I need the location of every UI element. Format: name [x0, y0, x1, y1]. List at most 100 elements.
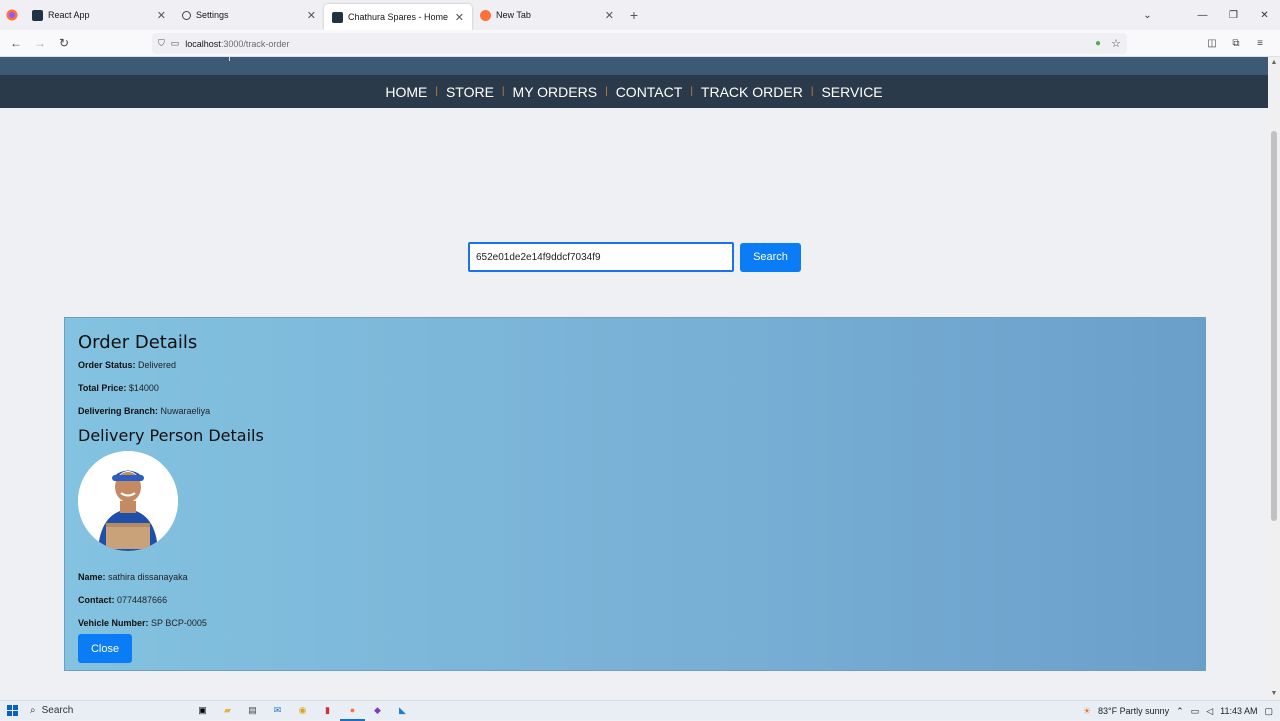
close-button[interactable]: Close: [78, 634, 132, 663]
nav-store-link[interactable]: STORE: [438, 84, 502, 100]
site-header: [0, 57, 1268, 75]
address-bar[interactable]: ⛉ ▭ localhost:3000/track-order ● ☆: [152, 33, 1127, 54]
close-icon[interactable]: ✕: [157, 9, 166, 22]
volume-icon[interactable]: ◁: [1206, 706, 1213, 717]
delivery-name-label: Name:: [78, 572, 106, 582]
app-red-icon[interactable]: ▮: [315, 701, 340, 721]
forward-arrow-icon[interactable]: →: [28, 36, 52, 50]
tab-list-chevron-icon[interactable]: ⌄: [1132, 10, 1163, 21]
delivery-name-value: sathira dissanayaka: [108, 572, 188, 582]
search-icon: ⌕: [30, 705, 36, 716]
order-status-row: Order Status: Delivered: [78, 360, 176, 370]
new-tab-plus-icon[interactable]: +: [622, 7, 646, 23]
page-scrollbar[interactable]: ▲ ▼: [1268, 57, 1280, 700]
chrome-icon[interactable]: ◉: [290, 701, 315, 721]
scroll-up-icon[interactable]: ▲: [1268, 57, 1280, 69]
tab-title: Settings: [196, 10, 229, 20]
tab-title: React App: [48, 10, 90, 20]
windows-taskbar: ⌕ Search ▣ ▰ ▤ ✉ ◉ ▮ ● ◆ ◣ ☀ 83°F Partly…: [0, 700, 1280, 721]
tab-react-app[interactable]: React App ✕: [24, 0, 174, 30]
reload-icon[interactable]: ↻: [52, 36, 76, 50]
back-arrow-icon[interactable]: ←: [4, 36, 28, 50]
nav-contact-link[interactable]: CONTACT: [608, 84, 691, 100]
windows-start-icon[interactable]: [0, 701, 24, 721]
extensions-icon[interactable]: ⧉: [1224, 38, 1248, 49]
react-icon: [32, 9, 43, 21]
site-favicon-icon: [332, 11, 343, 23]
shield-icon[interactable]: ⛉: [158, 38, 165, 49]
tab-title: Chathura Spares - Home: [348, 12, 449, 22]
nav-home-link[interactable]: HOME: [377, 84, 435, 100]
total-price-row: Total Price: $14000: [78, 383, 159, 393]
file-explorer-icon[interactable]: ▰: [215, 701, 240, 721]
tab-title: New Tab: [496, 10, 531, 20]
delivery-name-row: Name: sathira dissanayaka: [78, 572, 188, 582]
delivery-contact-value: 0774487666: [117, 595, 168, 605]
pocket-icon[interactable]: ◫: [1200, 38, 1224, 49]
order-id-input[interactable]: [468, 242, 734, 272]
window-controls: ⌄ — ❐ ✕: [1132, 0, 1280, 30]
site-navigation: HOME | STORE | MY ORDERS | CONTACT | TRA…: [0, 75, 1268, 108]
total-price-label: Total Price:: [78, 383, 127, 393]
scrollbar-thumb[interactable]: [1271, 131, 1277, 521]
store-icon[interactable]: ▤: [240, 701, 265, 721]
delivery-person-avatar: [78, 451, 178, 551]
order-details-title: Order Details: [78, 332, 198, 353]
tab-new-tab[interactable]: New Tab ✕: [472, 0, 622, 30]
delivering-branch-row: Delivering Branch: Nuwaraeliya: [78, 406, 210, 416]
task-view-icon[interactable]: ▣: [190, 701, 215, 721]
nav-track-order-link[interactable]: TRACK ORDER: [693, 84, 811, 100]
taskbar-apps: ▣ ▰ ▤ ✉ ◉ ▮ ● ◆ ◣: [190, 701, 415, 721]
tab-settings[interactable]: Settings ✕: [174, 0, 324, 30]
search-button[interactable]: Search: [740, 242, 801, 272]
page-viewport: HOME | STORE | MY ORDERS | CONTACT | TRA…: [0, 57, 1268, 700]
notification-icon[interactable]: ▢: [1264, 706, 1273, 717]
delivery-person-title: Delivery Person Details: [78, 426, 264, 445]
header-divider: [229, 57, 230, 61]
app-purple-icon[interactable]: ◆: [365, 701, 390, 721]
order-details-panel: Order Details Order Status: Delivered To…: [64, 317, 1206, 671]
taskbar-search-label: Search: [41, 705, 74, 716]
delivering-branch-label: Delivering Branch:: [78, 406, 159, 416]
close-icon[interactable]: ✕: [605, 9, 614, 22]
toolbar-right: ◫ ⧉ ≡: [1200, 30, 1272, 57]
scroll-down-icon[interactable]: ▼: [1268, 688, 1280, 700]
vehicle-number-row: Vehicle Number: SP BCP-0005: [78, 618, 207, 628]
delivering-branch-value: Nuwaraeliya: [160, 406, 211, 416]
order-status-label: Order Status:: [78, 360, 136, 370]
mail-icon[interactable]: ✉: [265, 701, 290, 721]
bookmark-star-icon[interactable]: ☆: [1111, 37, 1121, 50]
nav-my-orders-link[interactable]: MY ORDERS: [505, 84, 606, 100]
firefox-icon: [480, 9, 491, 21]
vehicle-number-label: Vehicle Number:: [78, 618, 149, 628]
vscode-icon[interactable]: ◣: [390, 701, 415, 721]
close-icon[interactable]: ✕: [455, 11, 464, 24]
firefox-menu-icon[interactable]: [0, 0, 24, 30]
url-host: localhost: [185, 38, 221, 49]
weather-icon[interactable]: ☀: [1083, 706, 1091, 717]
minimize-icon[interactable]: —: [1187, 10, 1218, 21]
close-icon[interactable]: ✕: [307, 9, 316, 22]
close-window-icon[interactable]: ✕: [1249, 10, 1280, 21]
taskbar-search[interactable]: ⌕ Search: [24, 702, 154, 720]
nav-service-link[interactable]: SERVICE: [813, 84, 890, 100]
menu-hamburger-icon[interactable]: ≡: [1248, 38, 1272, 49]
vehicle-number-value: SP BCP-0005: [151, 618, 207, 628]
order-status-value: Delivered: [138, 360, 177, 370]
tray-chevron-icon[interactable]: ⌃: [1176, 706, 1184, 717]
weather-text[interactable]: 83°F Partly sunny: [1098, 706, 1169, 716]
page-info-icon[interactable]: ▭: [171, 38, 180, 49]
restore-icon[interactable]: ❐: [1218, 10, 1249, 21]
url-path: :3000/track-order: [220, 38, 290, 49]
browser-tab-strip: React App ✕ Settings ✕ Chathura Spares -…: [0, 0, 1280, 30]
firefox-taskbar-icon[interactable]: ●: [340, 701, 365, 721]
system-tray: ☀ 83°F Partly sunny ⌃ ▭ ◁ 11:43 AM ▢: [1083, 701, 1280, 721]
order-search-row: Search: [468, 242, 801, 272]
gear-icon: [182, 10, 191, 20]
extension-icon[interactable]: ●: [1095, 38, 1101, 49]
tab-chathura-spares[interactable]: Chathura Spares - Home ✕: [324, 4, 472, 30]
delivery-contact-label: Contact:: [78, 595, 115, 605]
clock-time[interactable]: 11:43 AM: [1220, 706, 1257, 716]
network-icon[interactable]: ▭: [1191, 706, 1200, 717]
total-price-value: $14000: [128, 383, 159, 393]
